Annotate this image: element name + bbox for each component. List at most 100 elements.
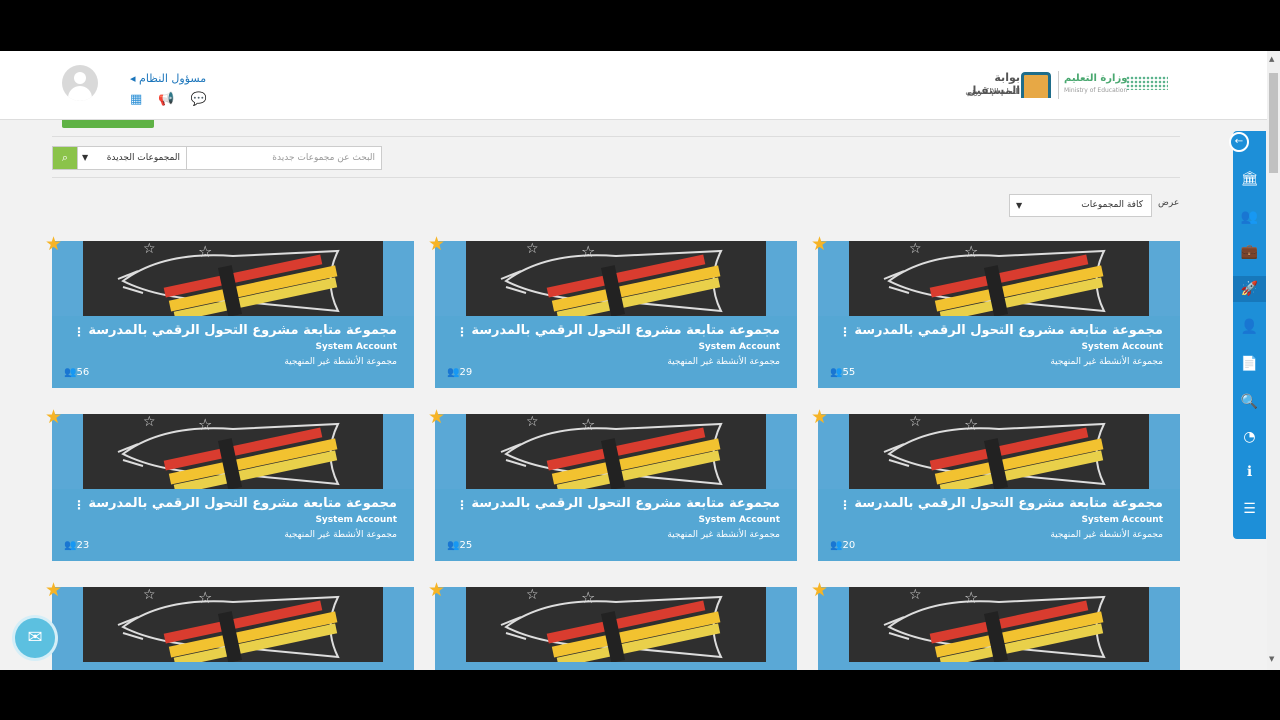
group-type: مجموعة الأنشطة غير المنهجية bbox=[667, 357, 780, 367]
mail-icon[interactable]: ✉ bbox=[15, 618, 55, 658]
scrollbar-thumb[interactable] bbox=[1269, 73, 1278, 173]
create-group-button[interactable] bbox=[62, 120, 154, 128]
divider bbox=[52, 177, 1180, 178]
group-title[interactable]: مجموعة متابعة مشروع التحول الرقمي بالمدر… bbox=[88, 496, 397, 511]
chevron-down-icon: ▼ bbox=[1016, 201, 1023, 210]
member-count: 👥56 bbox=[64, 367, 89, 378]
featured-star-icon: ★ bbox=[811, 233, 829, 255]
institution-icon[interactable]: 🏛 bbox=[1233, 166, 1266, 192]
briefcase-icon[interactable]: 💼 bbox=[1233, 239, 1266, 265]
featured-star-icon: ★ bbox=[45, 406, 63, 428]
brand-logo[interactable]: بوابة المستقبل التعلم الإلكتروني وزارة ا… bbox=[946, 69, 1176, 105]
search-scope-select[interactable]: المجموعات الجديدة ▼ bbox=[77, 147, 187, 169]
svg-text:☆: ☆ bbox=[964, 415, 978, 434]
users-icon: 👥 bbox=[447, 540, 460, 551]
report-icon[interactable]: 📄 bbox=[1233, 351, 1266, 377]
user-settings-icon[interactable]: 👤 bbox=[1233, 314, 1266, 340]
member-count-value: 23 bbox=[76, 540, 90, 551]
group-title[interactable]: مجموعة متابعة مشروع التحول الرقمي بالمدر… bbox=[854, 323, 1163, 338]
divider bbox=[52, 136, 1180, 137]
group-type: مجموعة الأنشطة غير المنهجية bbox=[667, 530, 780, 540]
member-count-value: 55 bbox=[842, 367, 856, 378]
megaphone-icon[interactable]: 📢 bbox=[158, 93, 174, 107]
group-owner: System Account bbox=[698, 515, 780, 525]
featured-star-icon: ★ bbox=[811, 406, 829, 428]
group-card[interactable]: ☆ ☆ مجموعة متابعة مشروع التحول الرقمي با… bbox=[45, 406, 414, 561]
group-card[interactable]: ☆ ☆ ★ bbox=[45, 579, 414, 670]
collapse-sidebar-icon[interactable]: ← bbox=[1229, 132, 1249, 152]
filter-value: كافة المجموعات bbox=[1081, 200, 1143, 210]
info-icon[interactable]: ℹ bbox=[1233, 459, 1266, 485]
users-icon[interactable]: 👥 bbox=[1233, 204, 1266, 230]
users-icon: 👥 bbox=[64, 367, 77, 378]
svg-text:☆: ☆ bbox=[581, 588, 595, 607]
scroll-up-icon[interactable]: ▲ bbox=[1269, 55, 1274, 63]
ministry-name: وزارة التعليم bbox=[1064, 73, 1128, 84]
rocket-icon[interactable]: 🚀 bbox=[1233, 276, 1266, 302]
vertical-scrollbar[interactable]: ▲ ▼ bbox=[1267, 51, 1280, 670]
group-card[interactable]: ☆ ☆ مجموعة متابعة مشروع التحول الرقمي با… bbox=[811, 233, 1180, 388]
kebab-menu-icon[interactable]: ⋮ bbox=[73, 498, 85, 512]
app-window: مسؤول النظام ◂ ▦ 📢 💬 بوابة المستقبل التع… bbox=[0, 51, 1280, 670]
group-card[interactable]: ☆ ☆ مجموعة متابعة مشروع التحول الرقمي با… bbox=[428, 233, 797, 388]
kebab-menu-icon[interactable]: ⋮ bbox=[456, 498, 468, 512]
filter-select[interactable]: كافة المجموعات ▼ bbox=[1009, 194, 1152, 217]
member-count: 👥55 bbox=[830, 367, 855, 378]
kebab-menu-icon[interactable]: ⋮ bbox=[456, 325, 468, 339]
filter-label: عرض bbox=[1158, 198, 1180, 208]
svg-text:☆: ☆ bbox=[526, 587, 539, 603]
chat-icon[interactable]: 💬 bbox=[190, 93, 206, 107]
top-header: مسؤول النظام ◂ ▦ 📢 💬 بوابة المستقبل التع… bbox=[0, 51, 1267, 120]
avatar-head bbox=[74, 72, 86, 84]
ministry-logo-icon bbox=[1126, 76, 1168, 90]
svg-text:☆: ☆ bbox=[143, 414, 156, 430]
group-title[interactable]: مجموعة متابعة مشروع التحول الرقمي بالمدر… bbox=[471, 496, 780, 511]
featured-star-icon: ★ bbox=[428, 233, 446, 255]
kebab-menu-icon[interactable]: ⋮ bbox=[73, 325, 85, 339]
user-search-icon[interactable]: 🔍 bbox=[1233, 389, 1266, 415]
svg-text:☆: ☆ bbox=[143, 241, 156, 257]
member-count-value: 20 bbox=[842, 540, 856, 551]
member-count-value: 29 bbox=[459, 367, 473, 378]
member-count-value: 56 bbox=[76, 367, 90, 378]
svg-text:☆: ☆ bbox=[526, 414, 539, 430]
avatar[interactable] bbox=[62, 65, 98, 101]
group-banner-image: ☆ ☆ bbox=[466, 241, 766, 316]
svg-text:☆: ☆ bbox=[581, 415, 595, 434]
group-title[interactable]: مجموعة متابعة مشروع التحول الرقمي بالمدر… bbox=[854, 496, 1163, 511]
server-icon[interactable]: ☰ bbox=[1233, 496, 1266, 522]
kebab-menu-icon[interactable]: ⋮ bbox=[839, 498, 851, 512]
group-card[interactable]: ☆ ☆ مجموعة متابعة مشروع التحول الرقمي با… bbox=[811, 406, 1180, 561]
group-card[interactable]: ☆ ☆ مجموعة متابعة مشروع التحول الرقمي با… bbox=[428, 406, 797, 561]
group-title[interactable]: مجموعة متابعة مشروع التحول الرقمي بالمدر… bbox=[88, 323, 397, 338]
featured-star-icon: ★ bbox=[811, 579, 829, 601]
group-banner-image: ☆ ☆ bbox=[83, 587, 383, 662]
apps-grid-icon[interactable]: ▦ bbox=[130, 93, 142, 107]
group-banner-image: ☆ ☆ bbox=[466, 587, 766, 662]
group-owner: System Account bbox=[315, 342, 397, 352]
group-banner-image: ☆ ☆ bbox=[849, 414, 1149, 489]
group-title[interactable]: مجموعة متابعة مشروع التحول الرقمي بالمدر… bbox=[471, 323, 780, 338]
group-card[interactable]: ☆ ☆ ★ bbox=[428, 579, 797, 670]
pie-chart-icon[interactable]: ◔ bbox=[1233, 424, 1266, 450]
svg-text:☆: ☆ bbox=[909, 414, 922, 430]
group-type: مجموعة الأنشطة غير المنهجية bbox=[1050, 530, 1163, 540]
portal-subtitle: التعلم الإلكتروني bbox=[965, 87, 1020, 96]
group-card[interactable]: ☆ ☆ ★ bbox=[811, 579, 1180, 670]
svg-text:☆: ☆ bbox=[909, 587, 922, 603]
user-menu[interactable]: مسؤول النظام ◂ bbox=[130, 72, 206, 85]
svg-text:☆: ☆ bbox=[581, 242, 595, 261]
member-count: 👥29 bbox=[447, 367, 472, 378]
group-card[interactable]: ☆ ☆ مجموعة متابعة مشروع التحول الرقمي با… bbox=[45, 233, 414, 388]
group-banner-image: ☆ ☆ bbox=[83, 414, 383, 489]
users-icon: 👥 bbox=[447, 367, 460, 378]
search-input[interactable]: البحث عن مجموعات جديدة bbox=[187, 147, 381, 169]
avatar-body bbox=[68, 86, 92, 101]
member-count-value: 25 bbox=[459, 540, 473, 551]
search-icon[interactable]: ⌕ bbox=[53, 147, 77, 169]
group-banner-image: ☆ ☆ bbox=[849, 587, 1149, 662]
scroll-down-icon[interactable]: ▼ bbox=[1269, 655, 1274, 663]
kebab-menu-icon[interactable]: ⋮ bbox=[839, 325, 851, 339]
ministry-name-en: Ministry of Education bbox=[1064, 87, 1128, 94]
featured-star-icon: ★ bbox=[428, 579, 446, 601]
